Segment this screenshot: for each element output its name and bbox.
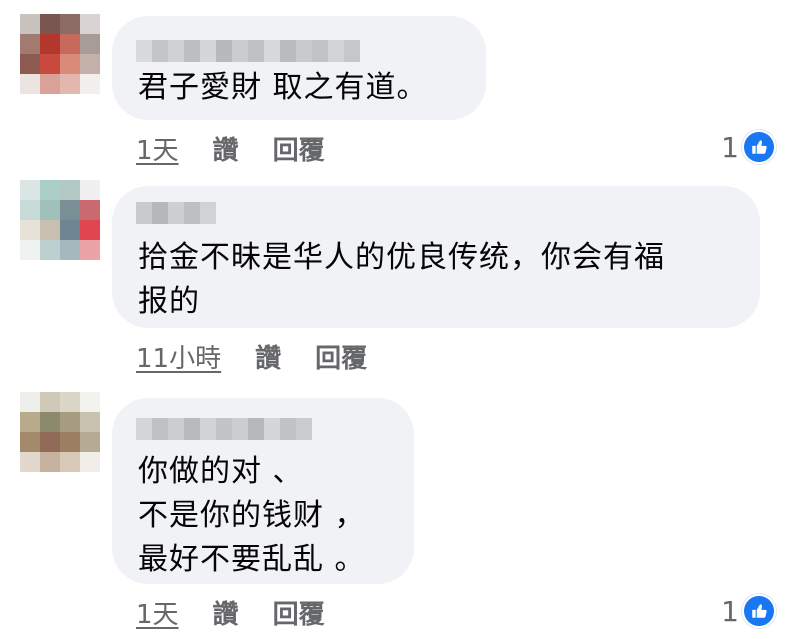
thumbs-up-icon [742,130,776,164]
reply-button[interactable]: 回覆 [273,130,325,167]
redacted-author-name[interactable] [136,40,360,62]
like-button[interactable]: 讚 [213,594,239,631]
comment-text: 拾金不昧是华人的优良传统，你会有福 报的 [138,240,665,319]
comment-bubble: 你做的对 、 不是你的钱财 ， 最好不要乱乱 。 [112,398,414,584]
timestamp-link[interactable]: 1天 [136,594,179,631]
reply-button[interactable]: 回覆 [273,594,325,631]
avatar[interactable] [20,392,100,472]
comment-text: 你做的对 、 不是你的钱财 ， 最好不要乱乱 。 [138,454,366,577]
timestamp-link[interactable]: 1天 [136,130,179,167]
comment-actions: 1天 讚 回覆 [136,130,359,167]
reaction-summary[interactable]: 1 [721,594,776,628]
timestamp-link[interactable]: 11小時 [136,338,221,375]
redacted-author-name[interactable] [136,202,216,224]
reaction-summary[interactable]: 1 [721,130,776,164]
comment-bubble: 君子愛財 取之有道。 [112,16,486,120]
reply-button[interactable]: 回覆 [315,338,367,375]
redacted-author-name[interactable] [136,418,312,440]
comment-bubble: 拾金不昧是华人的优良传统，你会有福 报的 [112,186,760,328]
comment-text: 君子愛財 取之有道。 [138,70,428,105]
reaction-count: 1 [721,594,739,628]
avatar[interactable] [20,180,100,260]
comment-actions: 11小時 讚 回覆 [136,338,401,375]
like-button[interactable]: 讚 [213,130,239,167]
comment-actions: 1天 讚 回覆 [136,594,359,631]
thumbs-up-icon [742,594,776,628]
avatar[interactable] [20,14,100,94]
like-button[interactable]: 讚 [255,338,281,375]
reaction-count: 1 [721,130,739,164]
